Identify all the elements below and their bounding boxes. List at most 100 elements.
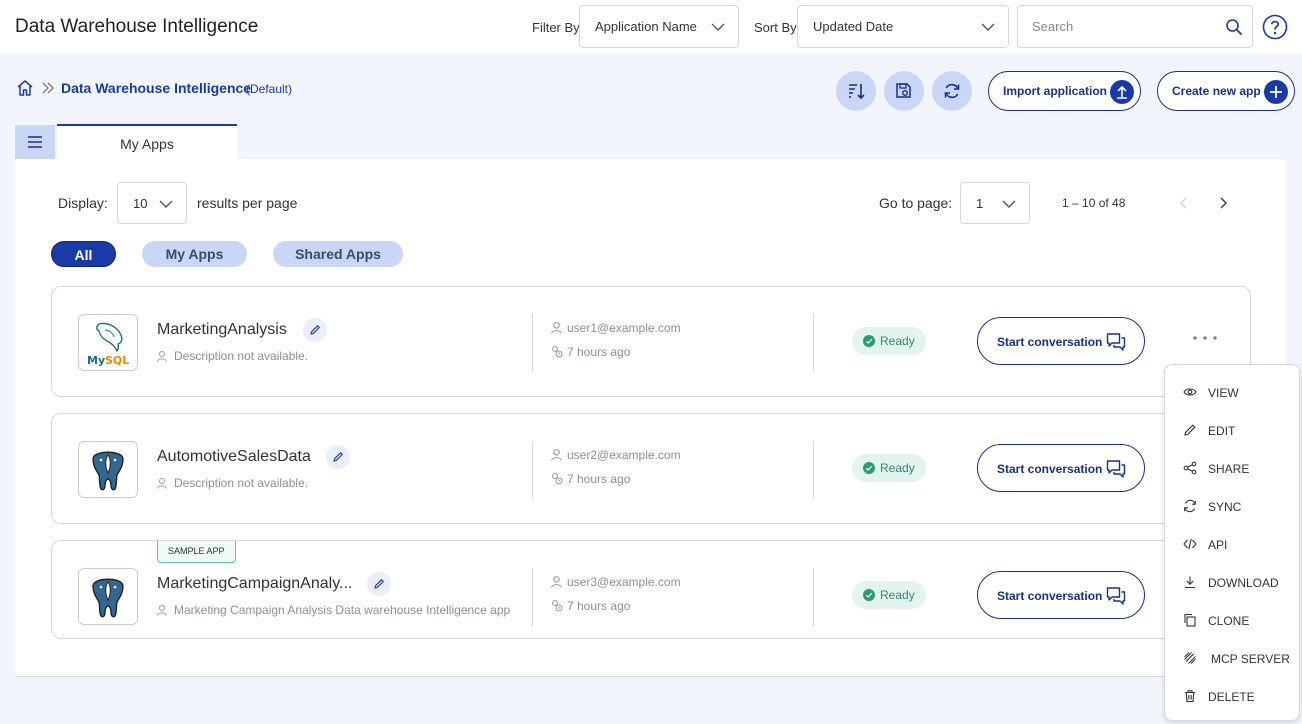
postgresql-elephant-icon bbox=[92, 578, 124, 618]
sort-order-button[interactable] bbox=[836, 71, 876, 111]
menu-item-delete[interactable]: DELETE bbox=[1165, 677, 1299, 715]
app-title: Data Warehouse Intelligence bbox=[15, 16, 259, 37]
per-page-select[interactable]: 10 bbox=[117, 182, 187, 224]
save-gear-icon bbox=[896, 83, 911, 98]
user-icon bbox=[551, 322, 562, 334]
status-badge: Ready bbox=[852, 327, 926, 355]
sync-icon bbox=[1184, 499, 1196, 513]
sort-by-value: Updated Date bbox=[813, 19, 894, 34]
breadcrumb-default-tag: (Default) bbox=[246, 82, 293, 96]
chat-icon bbox=[1106, 333, 1126, 351]
mysql-logo: My SQL bbox=[78, 314, 138, 371]
per-page-value: 10 bbox=[133, 196, 148, 211]
user-icon bbox=[551, 576, 562, 588]
share-icon bbox=[1183, 461, 1197, 475]
status-badge: Ready bbox=[852, 581, 926, 609]
edit-name-button[interactable] bbox=[326, 445, 350, 469]
search-box bbox=[1017, 5, 1253, 48]
search-input[interactable] bbox=[1032, 19, 1212, 34]
filter-by-label: Filter By bbox=[532, 20, 580, 35]
create-new-app-button[interactable]: Create new app bbox=[1157, 71, 1295, 111]
app-card[interactable]: AutomotiveSalesData Description not avai… bbox=[51, 413, 1251, 524]
menu-item-clone[interactable]: CLONE bbox=[1165, 601, 1299, 639]
mysql-dolphin-icon: My SQL bbox=[87, 322, 129, 367]
start-conversation-button[interactable]: Start conversation bbox=[977, 444, 1145, 492]
clock-user-icon bbox=[552, 346, 563, 358]
save-settings-button[interactable] bbox=[884, 71, 924, 111]
edit-name-button[interactable] bbox=[303, 318, 327, 342]
app-name[interactable]: AutomotiveSalesData bbox=[157, 448, 311, 466]
menu-item-sync[interactable]: SYNC bbox=[1165, 487, 1299, 525]
help-icon[interactable] bbox=[1262, 14, 1288, 40]
refresh-icon bbox=[944, 83, 960, 99]
mcp-server-icon bbox=[1184, 652, 1196, 664]
sort-icon bbox=[849, 84, 865, 100]
app-name[interactable]: MarketingAnalysis bbox=[157, 321, 287, 339]
check-circle-icon bbox=[863, 462, 875, 474]
start-conversation-button[interactable]: Start conversation bbox=[977, 571, 1145, 619]
pencil-icon bbox=[374, 579, 384, 589]
app-description: Description not available. bbox=[156, 476, 308, 490]
edit-name-button[interactable] bbox=[367, 572, 391, 596]
sort-by-select[interactable]: Updated Date bbox=[797, 5, 1009, 48]
postgresql-logo bbox=[78, 568, 138, 625]
postgresql-elephant-icon bbox=[92, 451, 124, 491]
trash-icon bbox=[1185, 690, 1195, 703]
clock-user-icon bbox=[552, 600, 563, 612]
page-select[interactable]: 1 bbox=[960, 182, 1030, 224]
next-page-icon[interactable] bbox=[1215, 195, 1231, 211]
chevron-down-icon bbox=[711, 23, 725, 31]
menu-item-api[interactable]: API bbox=[1165, 525, 1299, 563]
refresh-button[interactable] bbox=[932, 71, 972, 111]
sort-by-label: Sort By bbox=[754, 20, 797, 35]
filter-chip-my-apps[interactable]: My Apps bbox=[142, 241, 247, 267]
user-icon bbox=[551, 449, 562, 461]
check-circle-icon bbox=[863, 589, 875, 601]
tab-my-apps[interactable]: My Apps bbox=[57, 124, 237, 159]
app-owner: user1@example.com bbox=[550, 321, 681, 335]
search-icon[interactable] bbox=[1225, 18, 1243, 36]
hamburger-menu-icon bbox=[28, 136, 42, 148]
chevron-down-icon bbox=[981, 23, 995, 31]
breadcrumb-current[interactable]: Data Warehouse Intelligence bbox=[61, 80, 251, 96]
more-options-icon[interactable] bbox=[1192, 333, 1218, 343]
svg-text:My: My bbox=[87, 354, 105, 367]
sample-app-badge: SAMPLE APP bbox=[157, 541, 236, 563]
start-conversation-button[interactable]: Start conversation bbox=[977, 317, 1145, 365]
display-label: Display: bbox=[58, 195, 108, 211]
app-owner: user3@example.com bbox=[550, 575, 681, 589]
filter-by-select[interactable]: Application Name bbox=[579, 5, 739, 48]
previous-page-icon[interactable] bbox=[1176, 195, 1192, 211]
menu-item-view[interactable]: VIEW bbox=[1165, 373, 1299, 411]
import-application-button[interactable]: Import application bbox=[988, 71, 1141, 111]
create-new-app-label: Create new app bbox=[1172, 84, 1261, 98]
menu-item-mcp-server[interactable]: MCP SERVER bbox=[1165, 639, 1299, 677]
pencil-icon bbox=[333, 452, 343, 462]
app-name[interactable]: MarketingCampaignAnaly... bbox=[157, 575, 352, 593]
user-icon bbox=[157, 605, 167, 616]
menu-item-share[interactable]: SHARE bbox=[1165, 449, 1299, 487]
sidebar-toggle-button[interactable] bbox=[15, 125, 55, 159]
check-circle-icon bbox=[863, 335, 875, 347]
app-card[interactable]: SAMPLE APP MarketingCampaignAnaly... Mar… bbox=[51, 540, 1251, 639]
plus-icon bbox=[1270, 86, 1282, 98]
chat-icon bbox=[1106, 460, 1126, 478]
user-icon bbox=[157, 351, 167, 362]
chevron-down-icon bbox=[1002, 200, 1016, 208]
clock-user-icon bbox=[552, 473, 563, 485]
menu-item-edit[interactable]: EDIT bbox=[1165, 411, 1299, 449]
code-icon bbox=[1183, 538, 1197, 550]
top-header: Data Warehouse Intelligence Filter By Ap… bbox=[0, 0, 1302, 54]
app-card[interactable]: My SQL MarketingAnalysis Description not… bbox=[51, 286, 1251, 397]
download-icon bbox=[1185, 576, 1195, 589]
menu-item-download[interactable]: DOWNLOAD bbox=[1165, 563, 1299, 601]
page-value: 1 bbox=[976, 196, 984, 211]
user-icon bbox=[157, 478, 167, 489]
app-description: Marketing Campaign Analysis Data warehou… bbox=[156, 603, 510, 617]
home-icon[interactable] bbox=[15, 78, 35, 98]
filter-chip-shared-apps[interactable]: Shared Apps bbox=[273, 241, 403, 267]
results-per-page-label: results per page bbox=[197, 195, 298, 211]
page-range-label: 1 – 10 of 48 bbox=[1062, 196, 1126, 210]
chat-icon bbox=[1106, 587, 1126, 605]
filter-chip-all[interactable]: All bbox=[51, 241, 116, 267]
